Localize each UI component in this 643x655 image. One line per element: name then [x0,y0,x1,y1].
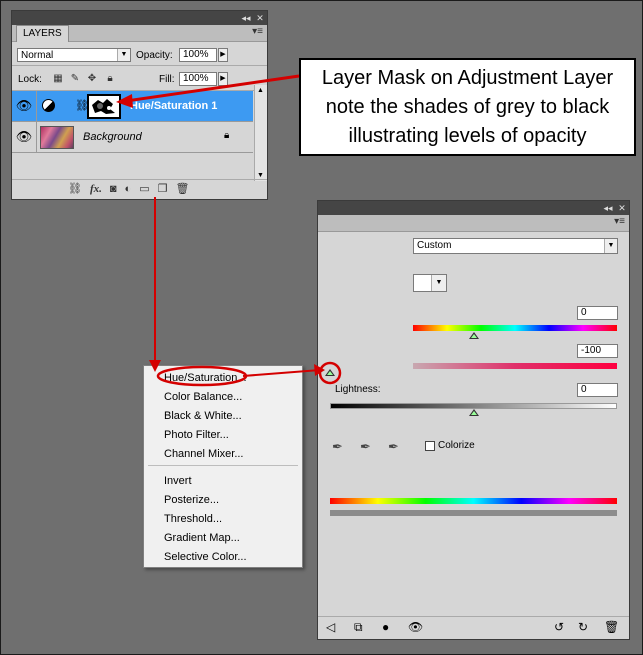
layers-panel: ◂◂ ✕ LAYERS ▾≡ Normal ▼ Opacity: 100% ▶ … [11,10,268,200]
layers-scrollbar[interactable]: ▲ ▼ [254,85,267,181]
lock-icon: 🔒︎ [224,130,230,141]
adjustment-layer-icon [42,99,55,112]
visibility-icon[interactable]: 👁︎ [408,620,423,634]
chevron-down-icon: ▼ [431,275,446,291]
lock-transparency-icon[interactable]: ▦ [52,73,64,85]
back-arrow-icon[interactable]: ◁ [326,620,335,634]
menu-item-color-balance[interactable]: Color Balance... [164,389,242,405]
fx-icon[interactable]: fx. [90,183,102,195]
output-spectrum-bar [330,510,617,516]
trash-icon[interactable]: 🗑︎ [604,620,619,634]
channel-select[interactable]: ▼ [413,274,447,292]
expand-view-icon[interactable]: ⧉ [354,620,363,635]
callout-line: Layer Mask on Adjustment Layer [321,67,614,89]
hue-input[interactable]: 0 [577,306,618,320]
layers-titlebar: ◂◂ ✕ [12,11,267,25]
layer-mask-thumbnail[interactable] [87,94,121,119]
previous-state-icon[interactable]: ↺ [554,620,564,634]
layer-row-background[interactable]: 👁︎ Background 🔒︎ [12,122,253,153]
menu-item-gradient-map[interactable]: Gradient Map... [164,530,240,546]
blend-mode-select[interactable]: Normal ▼ [17,48,131,62]
background-thumbnail [40,126,74,149]
new-layer-icon[interactable]: ❐ [158,182,168,195]
callout-line: illustrating levels of opacity [348,125,587,147]
saturation-slider-handle[interactable] [325,369,335,376]
lock-label: Lock: [18,73,42,85]
scroll-up-icon[interactable]: ▲ [257,87,264,94]
blend-mode-value: Normal [21,50,54,61]
lock-fill-row: Lock: ▦ ✎ ✥ 🔒︎ Fill: 100% ▶ [12,71,267,87]
fill-label: Fill: [159,73,175,85]
adjustments-footer: ◁ ⧉ ● 👁︎ ↺ ↻ 🗑︎ [318,616,629,639]
link-layers-icon[interactable]: ⛓︎ [68,182,82,195]
hue-spectrum-bar [413,325,617,331]
annotation-callout: Layer Mask on Adjustment Layer note the … [299,58,636,156]
menu-item-selective-color[interactable]: Selective Color... [164,549,247,565]
new-group-icon[interactable]: ▭ [139,182,149,195]
menu-item-threshold[interactable]: Threshold... [164,511,222,527]
opacity-label: Opacity: [136,49,173,61]
layers-tab-row: LAYERS ▾≡ [12,25,267,42]
lightness-input[interactable]: 0 [577,383,618,397]
add-mask-icon[interactable]: ◙ [110,183,117,195]
reset-icon[interactable]: ↻ [578,620,588,634]
hue-slider-handle[interactable] [469,332,479,339]
eyedropper-icon[interactable]: ✒︎ [332,439,343,455]
layer-mask-graphic [92,99,115,114]
adjustment-layer-menu: Hue/Saturation... Color Balance... Black… [143,365,303,568]
lock-position-icon[interactable]: ✥ [86,73,98,85]
preset-select[interactable]: Custom ▼ [413,238,618,254]
lightness-slider-handle[interactable] [469,409,479,416]
menu-item-posterize[interactable]: Posterize... [164,492,219,508]
lock-all-icon[interactable]: 🔒︎ [104,73,116,85]
blend-opacity-row: Normal ▼ Opacity: 100% ▶ [12,46,267,64]
chevron-down-icon: ▼ [117,49,130,61]
panel-menu-icon[interactable]: ▾≡ [252,26,263,37]
close-icon[interactable]: ✕ [615,203,629,214]
layers-footer: ⛓︎ fx. ◙ ◐ ▭ ❐ 🗑︎ [12,179,267,197]
new-adjustment-layer-icon[interactable]: ◐ [125,183,132,195]
fill-input[interactable]: 100% [179,72,217,86]
saturation-bar [413,363,617,369]
layer-name[interactable]: Background [83,131,142,143]
adjustments-tab-row: ▾≡ [318,215,629,232]
input-spectrum-bar [330,498,617,504]
chevron-down-icon: ▼ [604,239,617,253]
colorize-checkbox[interactable] [425,441,435,451]
preset-value: Custom [417,240,452,251]
collapse-icon[interactable]: ◂◂ [601,203,615,214]
eyedropper-plus-icon[interactable]: ✒︎ [360,439,371,455]
menu-item-invert[interactable]: Invert [164,473,192,489]
panel-menu-icon[interactable]: ▾≡ [614,216,625,227]
lightness-label: Lightness: [335,384,381,395]
eye-icon[interactable]: 👁︎ [12,122,37,152]
fill-slider-button[interactable]: ▶ [218,72,228,86]
tab-layers[interactable]: LAYERS [16,25,69,42]
callout-line: note the shades of grey to black [325,96,610,118]
opacity-input[interactable]: 100% [179,48,217,62]
scroll-down-icon[interactable]: ▼ [257,172,264,179]
lock-image-icon[interactable]: ✎ [69,73,81,85]
clip-layer-icon[interactable]: ● [382,620,389,634]
saturation-input[interactable]: -100 [577,344,618,358]
adjustments-titlebar: ◂◂ ✕ [318,201,629,215]
trash-icon[interactable]: 🗑︎ [175,182,189,195]
eyedropper-minus-icon[interactable]: ✒︎ [388,439,399,455]
menu-item-black-white[interactable]: Black & White... [164,408,242,424]
collapse-icon[interactable]: ◂◂ [239,13,253,24]
menu-separator [148,465,298,466]
close-icon[interactable]: ✕ [253,13,267,24]
menu-item-photo-filter[interactable]: Photo Filter... [164,427,229,443]
layer-name[interactable]: Hue/Saturation 1 [130,100,217,112]
layer-row-hue-saturation[interactable]: 👁︎ ⛓︎ Hue/Saturation 1 [12,91,253,122]
opacity-slider-button[interactable]: ▶ [218,48,228,62]
eye-icon[interactable]: 👁︎ [12,91,37,121]
menu-item-channel-mixer[interactable]: Channel Mixer... [164,446,243,462]
menu-item-hue-saturation[interactable]: Hue/Saturation... [164,370,247,386]
colorize-label: Colorize [438,440,475,451]
adjustments-panel: ◂◂ ✕ ▾≡ Custom ▼ ▼ 0 -100 Lightness: 0 ✒… [317,200,630,640]
